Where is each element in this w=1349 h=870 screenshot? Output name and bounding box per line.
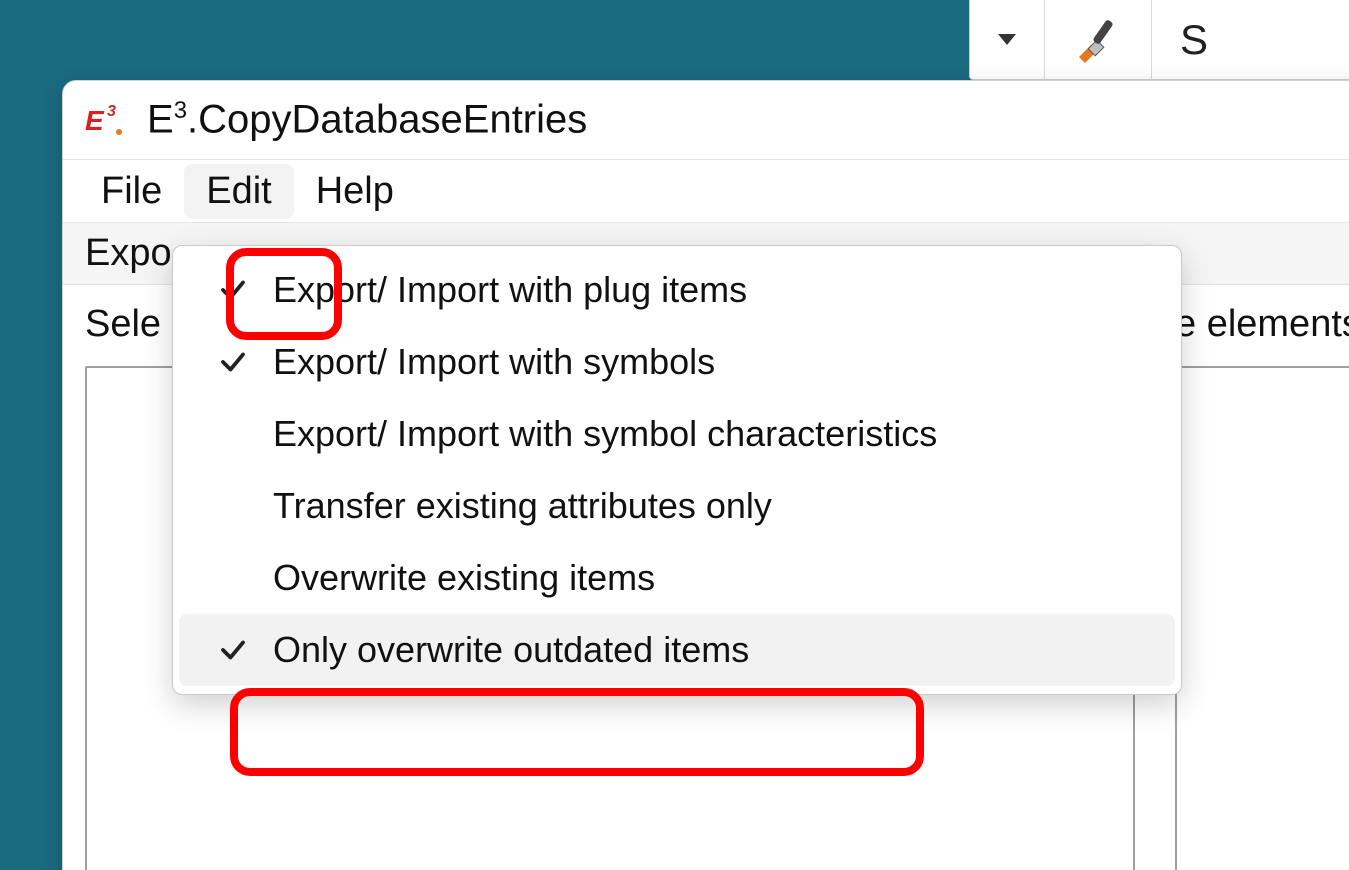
edit-menu-item-label: Export/ Import with plug items	[273, 269, 1161, 311]
svg-text:3: 3	[107, 103, 116, 120]
edit-menu-item-2[interactable]: Export/ Import with symbol characteristi…	[179, 398, 1175, 470]
menu-edit[interactable]: Edit	[184, 164, 293, 219]
checkmark-icon	[193, 347, 273, 377]
title-superscript: 3	[174, 97, 187, 124]
title-rest: .CopyDatabaseEntries	[187, 98, 587, 142]
edit-menu-item-label: Only overwrite outdated items	[273, 629, 1161, 671]
chevron-down-icon	[998, 34, 1016, 45]
edit-menu-item-3[interactable]: Transfer existing attributes only	[179, 470, 1175, 542]
window-title: E3.CopyDatabaseEntries	[147, 97, 587, 142]
toolbar-letter-label: S	[1180, 16, 1208, 64]
paintbrush-icon	[1073, 15, 1123, 65]
svg-text:E: E	[85, 105, 105, 136]
app-logo-icon: E 3	[85, 98, 129, 142]
edit-menu-item-5[interactable]: Only overwrite outdated items	[179, 614, 1175, 686]
edit-menu-item-label: Overwrite existing items	[273, 557, 1161, 599]
format-painter-button[interactable]	[1045, 0, 1152, 79]
checkmark-icon	[193, 635, 273, 665]
right-listbox[interactable]	[1175, 366, 1349, 870]
title-bar: E 3 E3.CopyDatabaseEntries	[63, 81, 1349, 159]
title-prefix: E	[147, 98, 174, 142]
toolbar-dropdown-button[interactable]	[970, 0, 1045, 79]
edit-menu-item-0[interactable]: Export/ Import with plug items	[179, 254, 1175, 326]
edit-menu-item-label: Transfer existing attributes only	[273, 485, 1161, 527]
edit-menu-item-label: Export/ Import with symbols	[273, 341, 1161, 383]
edit-menu-item-label: Export/ Import with symbol characteristi…	[273, 413, 1161, 455]
edit-menu-dropdown: Export/ Import with plug items Export/ Im…	[172, 245, 1182, 695]
menu-bar: File Edit Help	[63, 159, 1349, 223]
edit-menu-item-4[interactable]: Overwrite existing items	[179, 542, 1175, 614]
right-panel: e elements	[1175, 303, 1349, 870]
right-panel-heading: e elements	[1175, 303, 1349, 346]
menu-file[interactable]: File	[79, 164, 184, 219]
upper-toolbar-fragment: S	[969, 0, 1349, 80]
tab-export[interactable]: Expo	[85, 232, 172, 275]
toolbar-letter-button[interactable]: S	[1152, 0, 1236, 79]
edit-menu-item-1[interactable]: Export/ Import with symbols	[179, 326, 1175, 398]
menu-help[interactable]: Help	[294, 164, 416, 219]
checkmark-icon	[193, 275, 273, 305]
